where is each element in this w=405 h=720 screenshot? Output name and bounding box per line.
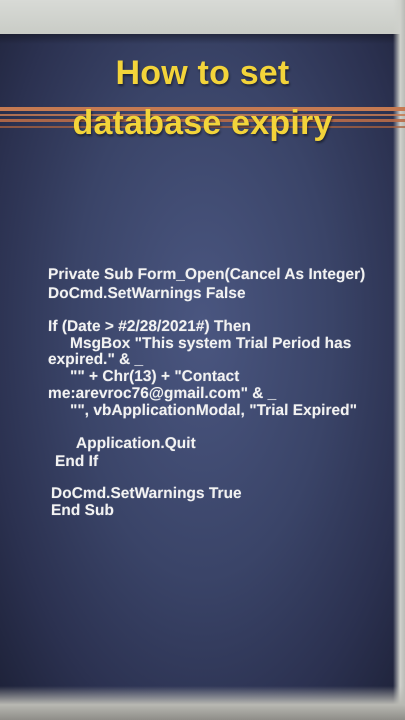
monitor-bottom-bezel — [0, 686, 405, 720]
code-line: "", vbApplicationModal, "Trial Expired" — [69, 402, 358, 419]
video-title-line-2: database expiry — [72, 104, 333, 142]
code-line: MsgBox "This system Trial Period has — [69, 335, 352, 352]
code-line: Private Sub Form_Open(Cancel As Integer) — [47, 266, 366, 283]
code-line: Application.Quit — [75, 435, 196, 452]
code-line: me:arevroc76@gmail.com" & _ — [47, 385, 277, 402]
code-line: DoCmd.SetWarnings False — [47, 285, 246, 302]
code-line: expired." & _ — [47, 351, 144, 368]
video-title-line-1: How to set — [115, 54, 290, 92]
monitor-screen: How to set database expiry Private Sub F… — [0, 0, 405, 720]
bezel-shadow — [0, 34, 405, 44]
code-line: End If — [54, 453, 99, 470]
code-line: "" + Chr(13) + "Contact — [69, 368, 240, 385]
code-line: If (Date > #2/28/2021#) Then — [47, 318, 252, 335]
code-line: End Sub — [50, 502, 115, 519]
code-line: DoCmd.SetWarnings True — [50, 485, 242, 502]
monitor-top-bezel — [0, 0, 405, 34]
